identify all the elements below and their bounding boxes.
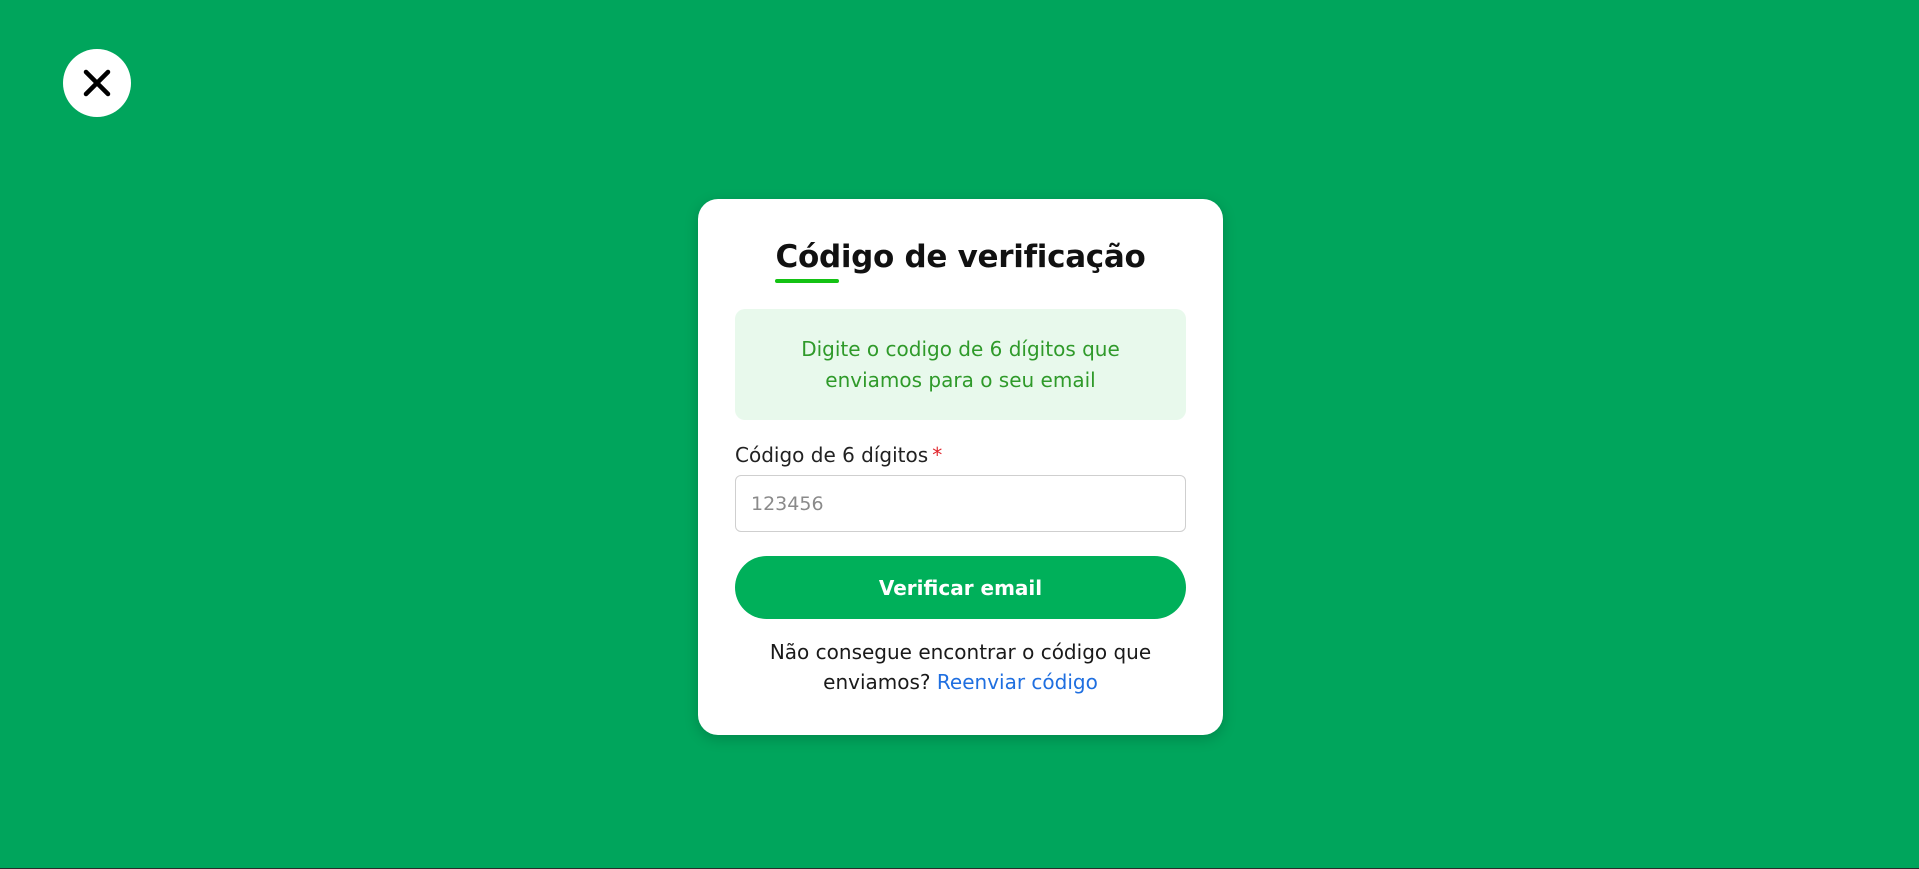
code-field-label-text: Código de 6 dígitos: [735, 443, 929, 467]
close-icon: [83, 69, 111, 97]
close-button[interactable]: [63, 49, 131, 117]
resend-prompt: Não consegue encontrar o código que envi…: [735, 637, 1186, 697]
verify-email-button[interactable]: Verificar email: [735, 556, 1186, 619]
required-mark: *: [932, 443, 943, 467]
page-title: Código de verificação: [775, 239, 1146, 275]
code-field-label: Código de 6 dígitos *: [735, 443, 942, 467]
info-message: Digite o codigo de 6 dígitos que enviamo…: [801, 336, 1120, 392]
title-underline: [775, 279, 839, 283]
info-message-box: Digite o codigo de 6 dígitos que enviamo…: [735, 309, 1186, 420]
verification-code-input[interactable]: [735, 475, 1186, 532]
resend-code-link[interactable]: Reenviar código: [937, 670, 1098, 694]
